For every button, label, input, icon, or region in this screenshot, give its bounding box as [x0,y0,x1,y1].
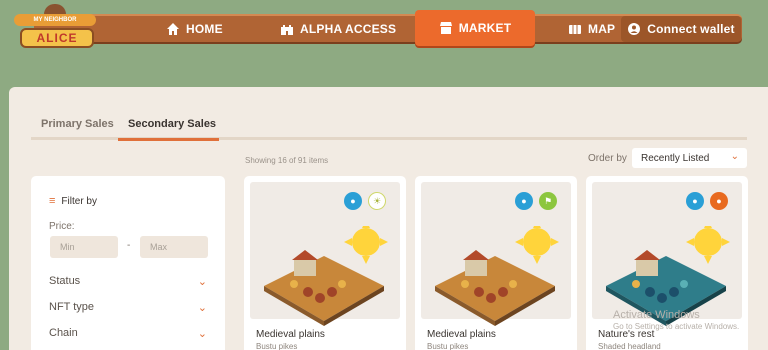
chevron-down-icon: ⌄ [197,276,207,288]
card-subtitle: Shaded headland [598,342,661,350]
facet-status-label: Status [49,275,81,287]
nft-image: ● ⚑ [421,182,571,326]
facet-nft-type-label: NFT type [49,301,95,313]
filter-icon: ≡ [49,195,56,207]
windows-activation-watermark: Activate Windows [613,309,700,321]
home-icon [167,23,179,35]
island-illustration [435,226,559,326]
pumpkin-icon: ● [710,192,728,210]
order-by-select[interactable]: Recently Listed ⌄ [632,148,747,168]
nft-image: ● ● [592,182,742,326]
nav-alpha-access[interactable]: ALPHA ACCESS [280,16,396,42]
card-subtitle: Bustu pikes [427,342,469,350]
connect-wallet-button[interactable]: Connect wallet [621,16,741,42]
nft-card[interactable]: ● ☀ Medieval plains Bustu pikes [244,176,406,350]
card-subtitle: Bustu pikes [256,342,298,350]
price-min-input[interactable]: Min [50,236,118,258]
water-drop-icon: ● [344,192,362,210]
user-icon [628,23,641,35]
chevron-down-icon: ⌄ [197,302,207,314]
water-drop-icon: ● [686,192,704,210]
nft-card[interactable]: ● ⚑ Medieval plains Bustu pikes [415,176,577,350]
price-max-input[interactable]: Max [140,236,208,258]
logo-name: ALICE [20,28,94,48]
price-label: Price: [49,221,75,232]
nav-market-label: MARKET [458,21,512,35]
logo[interactable]: MY NEIGHBOR ALICE [14,4,96,54]
nav-home-label: HOME [186,22,223,36]
order-by-label: Order by [588,153,627,164]
results-count: Showing 16 of 91 items [245,156,329,165]
facet-chain-label: Chain [49,327,78,339]
nav-market[interactable]: MARKET [415,10,535,46]
facet-chain[interactable]: Chain ⌄ [49,327,207,343]
chevron-down-icon: ⌄ [730,151,739,162]
card-badges: ● ● [686,192,728,210]
card-badges: ● ⚑ [515,192,557,210]
filter-panel: ≡ Filter by Price: Min - Max Status ⌄ NF… [31,176,225,350]
nav-alpha-label: ALPHA ACCESS [300,22,397,36]
nav-map[interactable]: MAP [568,16,615,42]
logo-tagline: MY NEIGHBOR [14,14,96,26]
order-by-value: Recently Listed [641,152,710,164]
water-drop-icon: ● [515,192,533,210]
sun-icon: ☀ [368,192,386,210]
castle-icon [281,25,293,35]
connect-wallet-label: Connect wallet [647,22,735,36]
facet-nft-type[interactable]: NFT type ⌄ [49,301,207,317]
flag-icon: ⚑ [539,192,557,210]
filter-title: Filter by [61,195,97,207]
card-title: Medieval plains [256,329,325,340]
nft-image: ● ☀ [250,182,400,326]
tab-secondary-sales[interactable]: Secondary Sales [128,118,216,130]
price-separator: - [127,240,131,251]
card-title: Medieval plains [427,329,496,340]
nav-home[interactable]: HOME [166,16,223,42]
filter-header: ≡ Filter by [49,195,97,207]
facet-status[interactable]: Status ⌄ [49,275,207,291]
chevron-down-icon: ⌄ [197,328,207,340]
top-nav: HOME ALPHA ACCESS MARKET MAP Connect wal… [34,10,742,46]
tab-primary-sales[interactable]: Primary Sales [41,118,114,130]
shop-icon [439,22,452,34]
island-illustration [264,226,388,326]
active-tab-indicator [118,138,219,141]
sales-tabs: Primary Sales Secondary Sales [31,114,747,141]
windows-activation-hint: Go to Settings to activate Windows. [613,322,740,331]
nav-map-label: MAP [588,22,616,36]
map-icon [569,25,581,34]
card-badges: ● ☀ [344,192,386,210]
